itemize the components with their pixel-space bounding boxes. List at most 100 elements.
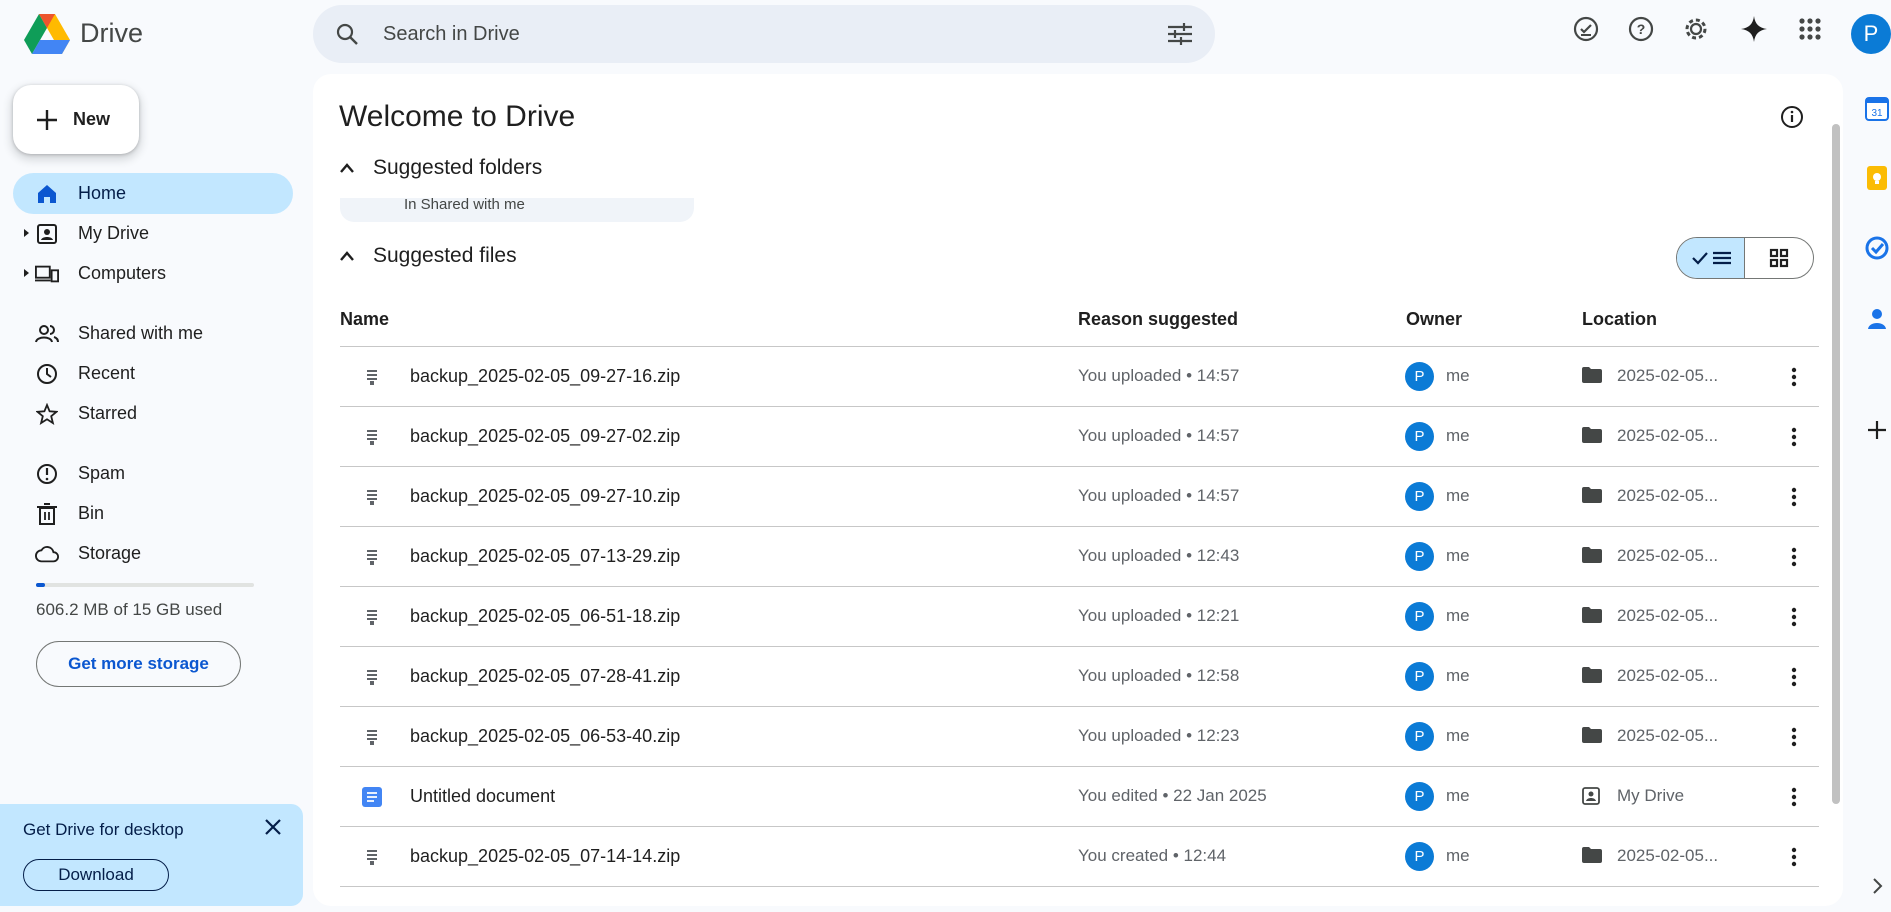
keep-icon[interactable] — [1865, 166, 1889, 190]
download-button[interactable]: Download — [23, 859, 169, 891]
location-name[interactable]: 2025-02-05... — [1617, 666, 1718, 686]
search-bar[interactable] — [313, 5, 1215, 63]
more-actions-icon[interactable] — [1782, 665, 1806, 689]
file-name[interactable]: backup_2025-02-05_09-27-02.zip — [410, 426, 680, 447]
folder-icon — [1582, 667, 1602, 688]
file-name[interactable]: backup_2025-02-05_06-53-40.zip — [410, 726, 680, 747]
new-button[interactable]: New — [13, 85, 139, 154]
file-name[interactable]: backup_2025-02-05_07-28-41.zip — [410, 666, 680, 687]
sidebar-item-my-drive[interactable]: My Drive — [13, 213, 293, 254]
sidebar-item-starred[interactable]: Starred — [13, 393, 293, 434]
my-drive-icon — [35, 222, 59, 246]
location-name[interactable]: 2025-02-05... — [1617, 606, 1718, 626]
list-view-button[interactable] — [1677, 238, 1745, 278]
file-name[interactable]: backup_2025-02-05_07-13-29.zip — [410, 546, 680, 567]
help-icon[interactable]: ? — [1626, 14, 1656, 44]
settings-gear-icon[interactable] — [1681, 14, 1711, 44]
reason-suggested: You uploaded • 14:57 — [1078, 366, 1240, 385]
table-row[interactable]: backup_2025-02-05_06-51-18.zip You upload… — [340, 587, 1819, 647]
more-actions-icon[interactable] — [1782, 365, 1806, 389]
table-row[interactable]: backup_2025-02-05_07-28-41.zip You upload… — [340, 647, 1819, 707]
suggested-files-heading: Suggested files — [373, 244, 517, 267]
storage-usage-bar — [36, 583, 254, 587]
search-icon[interactable] — [335, 22, 359, 51]
sidebar-item-storage[interactable]: Storage — [13, 533, 293, 574]
location-name[interactable]: 2025-02-05... — [1617, 486, 1718, 506]
location-name[interactable]: 2025-02-05... — [1617, 546, 1718, 566]
computers-icon — [35, 262, 59, 286]
sidebar-item-label: Storage — [78, 543, 142, 563]
location-name[interactable]: 2025-02-05... — [1617, 726, 1718, 746]
scrollbar[interactable] — [1832, 124, 1840, 804]
more-actions-icon[interactable] — [1782, 605, 1806, 629]
more-actions-icon[interactable] — [1782, 725, 1806, 749]
sidebar-item-shared-with-me[interactable]: Shared with me — [13, 313, 293, 354]
more-actions-icon[interactable] — [1782, 845, 1806, 869]
table-row[interactable]: Untitled document You edited • 22 Jan 202… — [340, 767, 1819, 827]
file-name[interactable]: Untitled document — [410, 786, 555, 807]
column-header-name[interactable]: Name — [340, 309, 389, 330]
folder-icon — [1582, 427, 1602, 448]
offline-ready-icon[interactable] — [1571, 14, 1601, 44]
grid-icon — [1769, 248, 1789, 268]
info-icon[interactable] — [1780, 105, 1804, 134]
more-actions-icon[interactable] — [1782, 545, 1806, 569]
folder-card-subtitle: In Shared with me — [404, 198, 525, 213]
table-row[interactable]: backup_2025-02-05_09-27-16.zip You upload… — [340, 347, 1819, 407]
drive-logo-icon — [24, 14, 70, 54]
chevron-up-icon — [340, 163, 354, 173]
sidebar-item-bin[interactable]: Bin — [13, 493, 293, 534]
location-name[interactable]: 2025-02-05... — [1617, 426, 1718, 446]
suggested-files-toggle[interactable]: Suggested files — [339, 244, 517, 268]
get-more-storage-button[interactable]: Get more storage — [36, 641, 241, 687]
chevron-right-icon[interactable] — [1865, 874, 1889, 898]
sidebar-item-computers[interactable]: Computers — [13, 253, 293, 294]
file-name[interactable]: backup_2025-02-05_09-27-10.zip — [410, 486, 680, 507]
more-actions-icon[interactable] — [1782, 485, 1806, 509]
account-avatar[interactable]: P — [1851, 14, 1891, 54]
table-row[interactable]: backup_2025-02-05_07-14-14.zip You create… — [340, 827, 1819, 887]
drive-logo[interactable]: Drive — [24, 12, 143, 54]
location-name[interactable]: My Drive — [1617, 786, 1684, 806]
more-actions-icon[interactable] — [1782, 785, 1806, 809]
calendar-icon[interactable]: 31 — [1865, 97, 1889, 121]
sidebar-item-label: Shared with me — [78, 323, 204, 343]
storage-usage-fill — [36, 583, 45, 587]
zip-file-icon — [362, 547, 382, 567]
column-header-reason: Reason suggested — [1078, 309, 1239, 329]
tasks-icon[interactable] — [1865, 236, 1889, 260]
owner-avatar: P — [1405, 662, 1434, 691]
expand-caret-icon[interactable] — [24, 229, 29, 237]
sidebar-item-home[interactable]: Home — [13, 173, 293, 214]
folder-icon — [1582, 547, 1602, 568]
sidebar-item-spam[interactable]: Spam — [13, 453, 293, 494]
add-addon-icon[interactable] — [1865, 418, 1889, 442]
suggested-folders-toggle[interactable]: Suggested folders — [339, 156, 542, 180]
more-actions-icon[interactable] — [1782, 425, 1806, 449]
file-name[interactable]: backup_2025-02-05_07-14-14.zip — [410, 846, 680, 867]
new-button-label: New — [73, 109, 111, 129]
table-row[interactable]: backup_2025-02-05_09-27-10.zip You upload… — [340, 467, 1819, 527]
column-header-location: Location — [1582, 309, 1657, 329]
grid-view-button[interactable] — [1745, 238, 1813, 278]
contacts-icon[interactable] — [1865, 306, 1889, 330]
location-name[interactable]: 2025-02-05... — [1617, 366, 1718, 386]
owner-avatar: P — [1405, 542, 1434, 571]
file-name[interactable]: backup_2025-02-05_06-51-18.zip — [410, 606, 680, 627]
file-name[interactable]: backup_2025-02-05_09-27-16.zip — [410, 366, 680, 387]
search-input[interactable] — [383, 19, 1143, 49]
gemini-sparkle-icon[interactable] — [1739, 14, 1769, 44]
table-row[interactable]: backup_2025-02-05_07-13-29.zip You upload… — [340, 527, 1819, 587]
table-row[interactable]: backup_2025-02-05_09-27-02.zip You upload… — [340, 407, 1819, 467]
svg-text:31: 31 — [1871, 108, 1883, 119]
sidebar-item-recent[interactable]: Recent — [13, 353, 293, 394]
apps-grid-icon[interactable] — [1795, 14, 1825, 44]
reason-suggested: You edited • 22 Jan 2025 — [1078, 786, 1267, 805]
search-options-icon[interactable] — [1167, 22, 1193, 51]
location-name[interactable]: 2025-02-05... — [1617, 846, 1718, 866]
owner-avatar: P — [1405, 362, 1434, 391]
expand-caret-icon[interactable] — [24, 269, 29, 277]
suggested-folder-card[interactable]: In Shared with me — [340, 198, 694, 222]
table-row[interactable]: backup_2025-02-05_06-53-40.zip You upload… — [340, 707, 1819, 767]
close-icon[interactable] — [262, 816, 284, 838]
